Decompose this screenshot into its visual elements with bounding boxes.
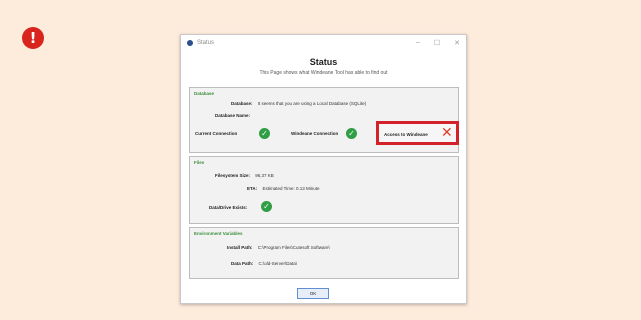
window-titlebar: Status – ☐ ✕ — [181, 35, 466, 51]
dialog-heading: Status — [309, 57, 338, 67]
data-drive-label: Data/Drive Exists: — [209, 205, 248, 210]
data-path-row: Data Path: C:\old-Server\Data\ — [231, 261, 297, 266]
access-highlight-box: Access to Windeane ✕ — [376, 121, 459, 145]
alert-icon: ! — [22, 27, 44, 49]
callout-box: ! Status – ☐ ✕ Status This Page shows wh… — [0, 0, 641, 320]
data-drive-row: Data/Drive Exists: — [209, 205, 247, 210]
filesystem-size-value: 96,37 KB — [255, 173, 274, 178]
environment-group: Environment Variables — [189, 227, 459, 279]
current-connection-row: Current Connection — [195, 131, 237, 136]
filesystem-size-label: Filesystem Size: — [215, 173, 251, 178]
dialog-subtitle: This Page shows what Windeane Tool has a… — [259, 70, 388, 76]
eta-label: ETA: — [247, 186, 258, 191]
windeane-connection-check-icon: ✓ — [346, 128, 357, 139]
filesystem-size-row: Filesystem Size: 96,37 KB — [215, 173, 274, 178]
database-label: Database: — [231, 101, 253, 106]
minimize-icon[interactable]: – — [416, 39, 420, 47]
install-path-value: C:\Program Files\Cutesoft Software\ — [257, 245, 330, 250]
access-fail-icon: ✕ — [441, 125, 453, 141]
maximize-icon[interactable]: ☐ — [434, 39, 440, 47]
window-title: Status — [197, 40, 215, 46]
eta-value: Estimated Time: 0.13 Minute — [262, 186, 320, 191]
data-path-label: Data Path: — [231, 261, 254, 266]
database-row: Database: It seems that you are using a … — [231, 101, 366, 106]
environment-group-label: Environment Variables — [194, 231, 243, 236]
current-connection-check-icon: ✓ — [259, 128, 270, 139]
database-value: It seems that you are using a Local Data… — [257, 101, 367, 106]
data-path-value: C:\old-Server\Data\ — [258, 261, 298, 266]
eta-row: ETA: Estimated Time: 0.13 Minute — [247, 186, 319, 191]
files-group-label: Files — [194, 160, 205, 165]
data-drive-check-icon: ✓ — [261, 201, 272, 212]
database-group-label: Database — [194, 91, 215, 96]
database-name-row: Database Name: — [215, 113, 250, 118]
app-icon — [187, 40, 193, 46]
database-name-label: Database Name: — [215, 113, 251, 118]
window-controls: – ☐ ✕ — [416, 39, 460, 47]
access-label: Access to Windeane — [384, 132, 428, 137]
install-path-row: Install Path: C:\Program Files\Cutesoft … — [227, 245, 330, 250]
install-path-label: Install Path: — [227, 245, 253, 250]
windeane-connection-label: Windeane Connection — [291, 131, 339, 136]
current-connection-label: Current Connection — [195, 131, 238, 136]
close-icon[interactable]: ✕ — [454, 39, 460, 47]
status-window: Status – ☐ ✕ Status This Page shows what… — [180, 34, 467, 304]
files-group: Files — [189, 156, 459, 224]
windeane-connection-row: Windeane Connection — [291, 131, 338, 136]
ok-button[interactable]: OK — [297, 288, 329, 299]
